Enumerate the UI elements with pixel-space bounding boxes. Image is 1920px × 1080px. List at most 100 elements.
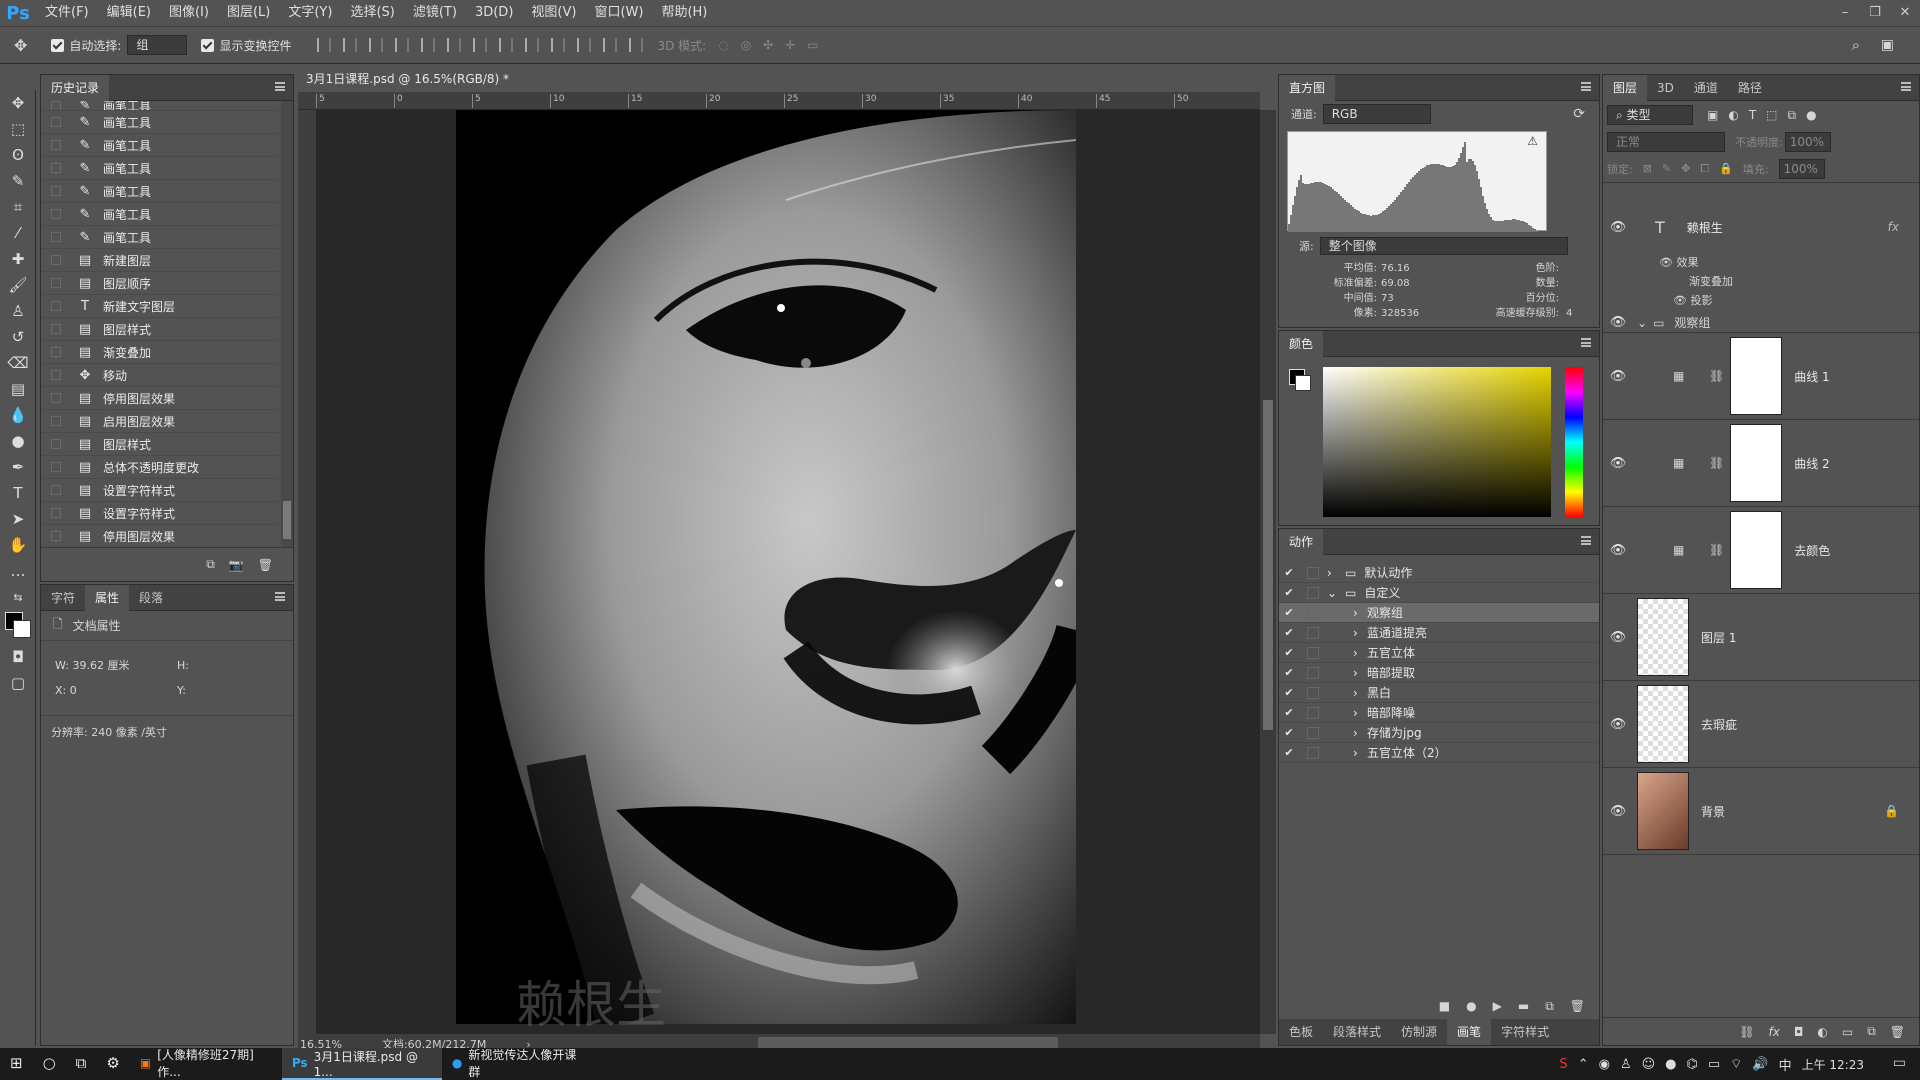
filter-adjustment-icon[interactable]: ◐ (1728, 108, 1738, 122)
canvas-vertical-scrollbar[interactable] (1260, 110, 1276, 1034)
tab-histogram[interactable]: 直方图 (1279, 74, 1336, 101)
chevron-right-icon[interactable]: › (1353, 706, 1367, 720)
taskbar-app-3[interactable]: ● 新视觉传达人像开课群 (442, 1048, 598, 1080)
tab-actions[interactable]: 动作 (1279, 528, 1324, 555)
play-icon[interactable]: ▶ (1493, 999, 1502, 1013)
tab-history[interactable]: 历史记录 (41, 74, 110, 101)
swap-colors-icon[interactable]: ⇆ (0, 584, 36, 610)
action-item[interactable]: ✔ › 五官立体（2） (1279, 743, 1599, 763)
hand-tool-icon[interactable]: ✋ (0, 532, 36, 558)
channel-select[interactable]: RGB (1322, 104, 1431, 124)
history-item[interactable]: ▤ 新建图层 (41, 249, 279, 272)
tray-icon-2[interactable]: ♙ (1620, 1057, 1632, 1072)
x-value[interactable]: 0 (70, 684, 77, 697)
3d-slide-icon[interactable]: ✛ (785, 38, 795, 52)
fx-icon[interactable]: fx (1888, 220, 1899, 234)
checkmark-icon[interactable]: ✔ (1279, 566, 1299, 579)
3d-orbit-icon[interactable]: ◌ (718, 38, 728, 52)
history-item[interactable]: ▤ 渐变叠加 (41, 341, 279, 364)
color-background-swatch[interactable] (1295, 375, 1311, 391)
fill-input[interactable]: 100% (1778, 158, 1825, 179)
new-set-folder-icon[interactable]: ▬ (1518, 999, 1529, 1013)
history-item[interactable]: ✎ 画笔工具 (41, 226, 279, 249)
menu-help[interactable]: 帮助(H) (652, 0, 716, 26)
3d-pan-icon[interactable]: ✣ (763, 38, 773, 52)
new-action-icon[interactable]: ⧉ (1545, 999, 1554, 1014)
blend-mode-select[interactable]: 正常 (1607, 132, 1725, 152)
layer-row-text[interactable]: 👁 T 赖根生 fx (1603, 183, 1919, 271)
3d-roll-icon[interactable]: ◎ (741, 38, 751, 52)
opacity-input[interactable]: 100% (1784, 132, 1831, 152)
brush-tool-icon[interactable]: 🖌 (0, 272, 36, 298)
close-icon[interactable]: ✕ (1890, 0, 1920, 26)
tray-icon-5[interactable]: ⌬ (1687, 1057, 1698, 1072)
checkmark-icon[interactable]: ✔ (1279, 746, 1299, 759)
dialog-toggle[interactable] (1307, 666, 1319, 679)
eraser-tool-icon[interactable]: ⌫ (0, 350, 36, 376)
filter-toggle-icon[interactable]: ● (1806, 108, 1816, 122)
tray-chevron-icon[interactable]: ⌃ (1578, 1057, 1589, 1072)
chevron-down-icon[interactable]: ⌄ (1637, 316, 1647, 330)
refresh-icon[interactable]: ⟳ (1573, 106, 1585, 122)
snapshot-camera-icon[interactable]: 📷 (229, 558, 244, 572)
dialog-toggle[interactable] (1307, 606, 1319, 619)
action-set[interactable]: ✔ › ▭ 默认动作 (1279, 563, 1599, 583)
layer-filter-select[interactable]: ⌕ 类型 (1607, 105, 1693, 125)
layer-row[interactable]: 👁 ▦ ⛓ 曲线 1 (1603, 333, 1919, 420)
history-brush-icon[interactable]: ↺ (0, 324, 36, 350)
search-icon[interactable]: ⌕ (1852, 36, 1860, 54)
chevron-right-icon[interactable]: › (1353, 686, 1367, 700)
action-item[interactable]: ✔ › 存储为jpg (1279, 723, 1599, 743)
effect-eye-icon[interactable]: 👁 (1673, 294, 1687, 307)
chevron-right-icon[interactable]: › (1353, 666, 1367, 680)
action-item[interactable]: ✔ › 观察组 (1279, 603, 1599, 623)
dialog-toggle[interactable] (1307, 586, 1319, 599)
checkmark-icon[interactable]: ✔ (1279, 686, 1299, 699)
checkmark-icon[interactable]: ✔ (1279, 646, 1299, 659)
history-item[interactable]: ▤ 图层顺序 (41, 272, 279, 295)
checkmark-icon[interactable]: ✔ (1279, 606, 1299, 619)
layer-thumbnail[interactable] (1637, 772, 1689, 850)
restore-icon[interactable]: ❐ (1860, 0, 1890, 26)
filter-pixel-icon[interactable]: ▣ (1707, 108, 1718, 122)
more-tools-icon[interactable]: … (0, 558, 36, 584)
delete-layer-icon[interactable]: 🗑 (1890, 1025, 1905, 1039)
tray-app-icon[interactable]: S (1559, 1057, 1567, 1072)
align-bottom-icon[interactable] (369, 38, 384, 52)
visibility-eye-icon[interactable]: 👁 (1603, 220, 1633, 235)
mask-thumbnail[interactable] (1730, 337, 1783, 415)
snapshot-toggle[interactable] (51, 439, 61, 449)
menu-view[interactable]: 视图(V) (522, 0, 585, 26)
tab-brush[interactable]: 画笔 (1447, 1019, 1492, 1045)
filter-smart-icon[interactable]: ⧉ (1788, 108, 1797, 123)
chevron-right-icon[interactable]: › (1353, 606, 1367, 620)
visibility-eye-icon[interactable]: 👁 (1603, 630, 1633, 645)
panel-menu-icon[interactable] (1581, 536, 1591, 545)
panel-menu-icon[interactable] (1901, 82, 1911, 91)
panel-menu-icon[interactable] (1581, 338, 1591, 347)
eyedropper-tool-icon[interactable]: ⁄ (0, 220, 36, 246)
gradient-tool-icon[interactable]: ▤ (0, 376, 36, 402)
add-mask-icon[interactable]: ◘ (1794, 1025, 1804, 1039)
delete-trash-icon[interactable]: 🗑 (258, 558, 273, 572)
dialog-toggle[interactable] (1307, 746, 1319, 759)
volume-icon[interactable]: 🔊 (1752, 1057, 1768, 1072)
taskbar-app-1[interactable]: ▣ [人像精修班27期]作... (130, 1048, 282, 1080)
stop-icon[interactable]: ■ (1439, 999, 1450, 1013)
align-vcenter-icon[interactable] (343, 38, 358, 52)
history-item[interactable]: ▤ 设置字符样式 (41, 502, 279, 525)
dialog-toggle[interactable] (1307, 626, 1319, 639)
ime-icon[interactable]: 中 (1779, 1055, 1792, 1074)
tab-color[interactable]: 颜色 (1279, 330, 1324, 357)
snapshot-toggle[interactable] (51, 370, 61, 380)
layer-row[interactable]: 👁 ▦ ⛓ 曲线 2 (1603, 420, 1919, 507)
chevron-right-icon[interactable]: › (1353, 726, 1367, 740)
dialog-toggle[interactable] (1307, 706, 1319, 719)
document-image[interactable]: 赖根生 (456, 110, 1076, 1034)
checkmark-icon[interactable]: ✔ (1279, 706, 1299, 719)
battery-icon[interactable]: ▭ (1708, 1057, 1720, 1072)
hue-slider[interactable] (1565, 367, 1583, 517)
auto-select-checkbox[interactable] (51, 38, 65, 52)
background-color[interactable] (13, 620, 31, 638)
history-scrollbar[interactable] (281, 101, 293, 547)
